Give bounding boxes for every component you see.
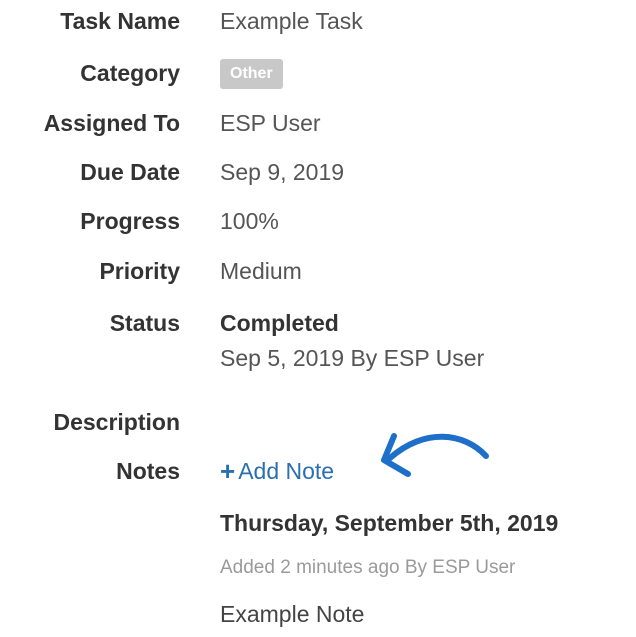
note-date: Thursday, September 5th, 2019 bbox=[220, 510, 559, 536]
due-date-value: Sep 9, 2019 bbox=[220, 159, 345, 185]
assigned-to-value: ESP User bbox=[220, 110, 321, 136]
note-text: Example Note bbox=[220, 601, 365, 627]
plus-icon: + bbox=[220, 456, 236, 486]
priority-label: Priority bbox=[99, 258, 180, 284]
category-badge: Other bbox=[220, 59, 283, 89]
status-label: Status bbox=[109, 310, 180, 336]
status-value: Completed bbox=[220, 310, 339, 336]
add-note-label: Add Note bbox=[238, 457, 335, 484]
curved-arrow-icon bbox=[381, 433, 489, 477]
progress-label: Progress bbox=[80, 208, 180, 234]
notes-label: Notes bbox=[116, 458, 180, 484]
add-note-link[interactable]: + Add Note bbox=[220, 458, 334, 484]
task-name-value: Example Task bbox=[220, 8, 363, 34]
category-label: Category bbox=[80, 60, 180, 86]
note-meta: Added 2 minutes ago By ESP User bbox=[220, 557, 516, 578]
description-label: Description bbox=[53, 409, 180, 435]
due-date-label: Due Date bbox=[80, 159, 180, 185]
task-name-label: Task Name bbox=[60, 8, 180, 34]
assigned-to-label: Assigned To bbox=[43, 110, 180, 136]
progress-value: 100% bbox=[220, 208, 279, 234]
task-details-panel: Task Name Example Task Category Other As… bbox=[0, 0, 636, 637]
status-detail: Sep 5, 2019 By ESP User bbox=[220, 345, 485, 371]
priority-value: Medium bbox=[220, 258, 302, 284]
